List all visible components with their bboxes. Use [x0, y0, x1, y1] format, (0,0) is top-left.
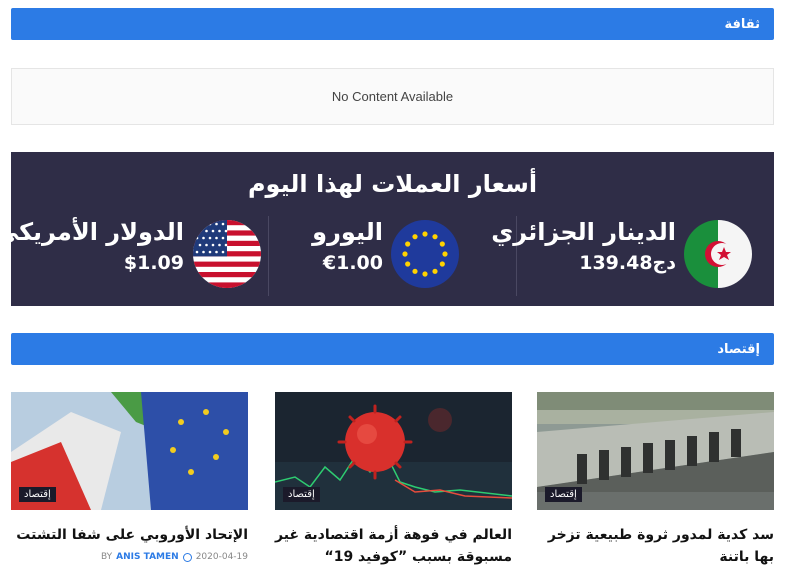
currency-item-eur: اليورو €1.00 [279, 218, 515, 288]
currency-rates-panel: أسعار العملات لهذا اليوم الدينار الجزائر… [0, 152, 774, 306]
section-label-culture: ثقافة [724, 16, 760, 32]
article-title[interactable]: العالم في فوهة أزمة اقتصادية غير مسبوقة … [275, 524, 512, 568]
category-tag[interactable]: إقتصاد [283, 487, 320, 502]
article-thumbnail-virus[interactable]: إقتصاد [275, 392, 512, 510]
section-header-economy[interactable]: إقتصاد [11, 333, 774, 365]
usa-flag-icon [193, 220, 261, 288]
article-thumbnail-dam[interactable]: إقتصاد [537, 392, 774, 510]
article-title[interactable]: الإتحاد الأوروبي على شفا التشتت [11, 524, 248, 546]
currency-value-usd: $1.09 [123, 252, 184, 274]
section-header-culture[interactable]: ثقافة [11, 8, 774, 40]
currency-item-dzd: الدينار الجزائري 139.48دج [491, 218, 771, 288]
article-title[interactable]: سد كدية لمدور ثروة طبيعية تزخر بها باتنة [537, 524, 774, 568]
section-label-economy: إقتصاد [717, 341, 760, 357]
currency-item-usd: الدولار الأمريكي $1.09 [0, 218, 266, 288]
algeria-flag-icon [684, 220, 752, 288]
currency-name-dzd: الدينار الجزائري [491, 218, 676, 246]
author-prefix: BY [100, 552, 113, 562]
currency-panel-title: أسعار العملات لهذا اليوم [247, 170, 538, 198]
article-meta: BY ANIS TAMEN 2020-04-19 [101, 552, 248, 562]
author-link[interactable]: ANIS TAMEN [116, 552, 179, 562]
category-tag[interactable]: إقتصاد [19, 487, 56, 502]
clock-icon [182, 552, 192, 562]
empty-state-message: No Content Available [11, 68, 774, 125]
article-date: 2020-04-19 [195, 552, 248, 562]
currency-name-eur: اليورو [312, 218, 383, 246]
category-tag[interactable]: إقتصاد [545, 487, 582, 502]
currency-value-eur: €1.00 [322, 252, 383, 274]
eu-flag-icon [391, 220, 459, 288]
article-thumbnail-flags[interactable]: إقتصاد [11, 392, 248, 510]
currency-value-dzd: 139.48دج [579, 252, 676, 274]
divider [268, 216, 269, 296]
currency-name-usd: الدولار الأمريكي [0, 218, 184, 246]
